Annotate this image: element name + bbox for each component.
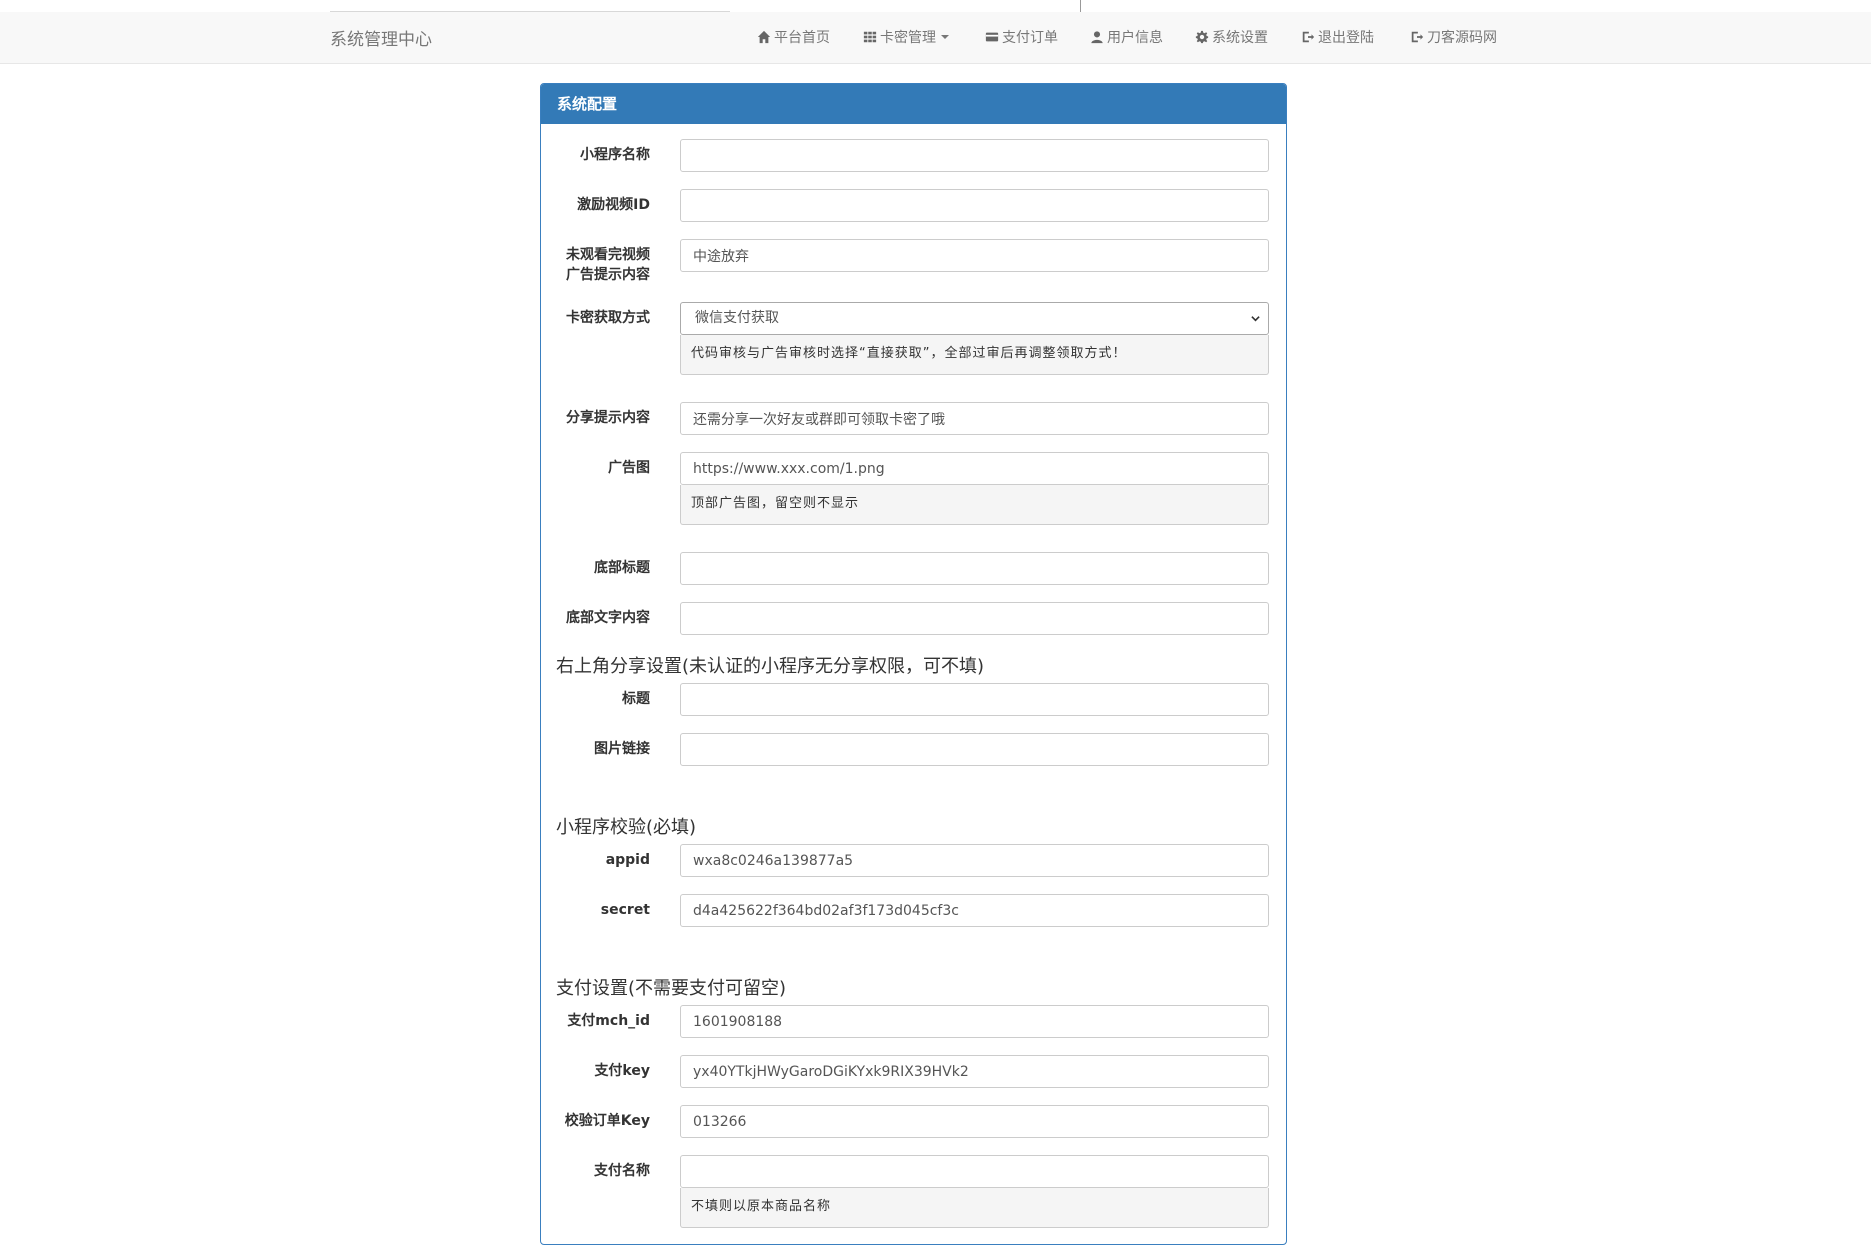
card-method-select[interactable]: 微信支付获取	[680, 302, 1269, 335]
pay-key-input[interactable]	[680, 1055, 1269, 1088]
appid-input[interactable]	[680, 844, 1269, 877]
image-link-label: 图片链接	[594, 741, 650, 757]
grid-icon	[863, 31, 877, 43]
nav-item-label: 退出登陆	[1318, 30, 1374, 46]
ad-image-input[interactable]	[680, 452, 1269, 485]
app-name-label: 小程序名称	[580, 147, 650, 163]
home-icon	[757, 30, 771, 44]
secret-label: secret	[600, 902, 650, 918]
unfinished-tip-label-line2: 广告提示内容	[566, 267, 650, 283]
unfinished-tip-input[interactable]	[680, 239, 1269, 272]
footer-title-label: 底部标题	[594, 560, 650, 576]
nav-item-label: 卡密管理	[880, 30, 936, 46]
app-name-input[interactable]	[680, 139, 1269, 172]
nav-item-settings[interactable]: 系统设置	[1195, 26, 1268, 48]
gear-icon	[1195, 30, 1209, 44]
logout-icon	[1302, 31, 1315, 43]
logout-icon	[1411, 31, 1424, 43]
share-tip-input[interactable]	[680, 402, 1269, 435]
share-section-title: 右上角分享设置(未认证的小程序无分享权限，可不填)	[556, 656, 985, 677]
mch-id-input[interactable]	[680, 1005, 1269, 1038]
card-method-help: 代码审核与广告审核时选择“直接获取”，全部过审后再调整领取方式！	[680, 335, 1269, 375]
nav-item-home[interactable]: 平台首页	[757, 26, 830, 48]
pay-name-input[interactable]	[680, 1155, 1269, 1188]
card-method-label: 卡密获取方式	[566, 310, 650, 326]
card-icon	[985, 32, 999, 42]
nav-item-logout[interactable]: 退出登陆	[1301, 26, 1374, 48]
nav-item-label: 平台首页	[774, 30, 830, 46]
image-link-input[interactable]	[680, 733, 1269, 766]
video-id-input[interactable]	[680, 189, 1269, 222]
nav-item-label: 用户信息	[1107, 30, 1163, 46]
caret-down-icon	[941, 35, 949, 39]
pay-key-label: 支付key	[594, 1063, 650, 1079]
ad-image-help: 顶部广告图，留空则不显示	[680, 485, 1269, 525]
video-id-label: 激励视频ID	[577, 197, 650, 213]
config-panel: 系统配置 小程序名称 激励视频ID 未观看完视频 广告提示内容 卡密获取方式 微…	[540, 83, 1287, 1245]
order-key-input[interactable]	[680, 1105, 1269, 1138]
nav-item-user-info[interactable]: 用户信息	[1090, 26, 1163, 48]
chevron-down-icon	[1251, 316, 1260, 322]
mch-id-label: 支付mch_id	[567, 1013, 650, 1029]
ad-image-label: 广告图	[608, 460, 650, 476]
order-key-label: 校验订单Key	[564, 1113, 650, 1129]
user-icon	[1091, 31, 1103, 44]
nav-item-label: 支付订单	[1002, 30, 1058, 46]
nav-item-daoke[interactable]: 刀客源码网	[1410, 26, 1497, 48]
pay-name-label: 支付名称	[594, 1163, 650, 1179]
share-title-input[interactable]	[680, 683, 1269, 716]
unfinished-tip-label-line1: 未观看完视频	[566, 247, 650, 263]
verify-section-title: 小程序校验(必填)	[556, 817, 697, 838]
footer-text-label: 底部文字内容	[566, 610, 650, 626]
share-tip-label: 分享提示内容	[566, 410, 650, 426]
secret-input[interactable]	[680, 894, 1269, 927]
brand-title[interactable]: 系统管理中心	[330, 25, 432, 50]
pay-name-help: 不填则以原本商品名称	[680, 1188, 1269, 1228]
footer-text-input[interactable]	[680, 602, 1269, 635]
share-title-label: 标题	[622, 691, 650, 707]
nav-item-pay-orders[interactable]: 支付订单	[985, 26, 1058, 48]
pay-section-title: 支付设置(不需要支付可留空)	[556, 978, 787, 999]
panel-title: 系统配置	[541, 84, 1286, 124]
nav-item-label: 刀客源码网	[1427, 30, 1497, 46]
nav-item-label: 系统设置	[1212, 30, 1268, 46]
card-method-selected: 微信支付获取	[695, 310, 779, 326]
nav-item-card-manage[interactable]: 卡密管理	[863, 26, 949, 48]
footer-title-input[interactable]	[680, 552, 1269, 585]
appid-label: appid	[605, 852, 650, 868]
